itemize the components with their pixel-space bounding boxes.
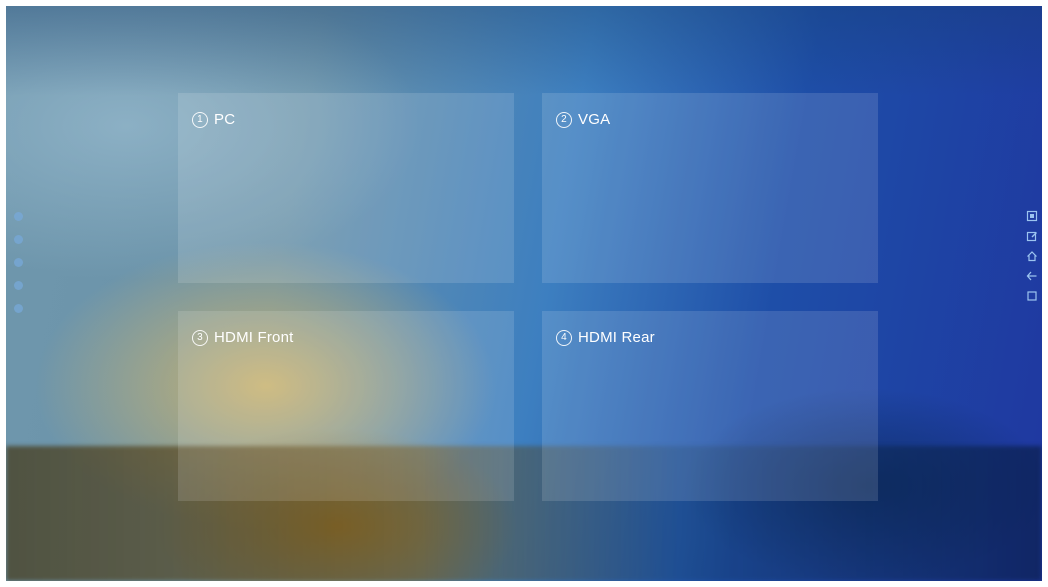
- source-name: VGA: [578, 111, 611, 128]
- indicator-dot[interactable]: [14, 235, 23, 244]
- indicator-dot[interactable]: [14, 258, 23, 267]
- source-tile-hdmi-rear[interactable]: 4 HDMI Rear: [542, 311, 878, 501]
- tile-label: 4 HDMI Rear: [556, 329, 655, 346]
- source-tile-vga[interactable]: 2 VGA: [542, 93, 878, 283]
- indicator-dot[interactable]: [14, 212, 23, 221]
- indicator-dot[interactable]: [14, 304, 23, 313]
- tile-label: 1 PC: [192, 111, 235, 128]
- tile-label: 2 VGA: [556, 111, 610, 128]
- source-name: HDMI Rear: [578, 329, 655, 346]
- home-icon[interactable]: [1026, 250, 1038, 262]
- source-number: 2: [556, 111, 572, 128]
- source-name: HDMI Front: [214, 329, 294, 346]
- indicator-dot[interactable]: [14, 281, 23, 290]
- source-number: 3: [192, 329, 208, 346]
- recent-apps-icon[interactable]: [1026, 290, 1038, 302]
- source-number: 4: [556, 329, 572, 346]
- page-indicator: [14, 212, 23, 313]
- back-icon[interactable]: [1026, 270, 1038, 282]
- right-toolbar: [1026, 210, 1038, 302]
- source-number: 1: [192, 111, 208, 128]
- tile-label: 3 HDMI Front: [192, 329, 294, 346]
- source-tile-pc[interactable]: 1 PC: [178, 93, 514, 283]
- edit-icon[interactable]: [1026, 230, 1038, 242]
- source-tile-hdmi-front[interactable]: 3 HDMI Front: [178, 311, 514, 501]
- source-selection-screen: 1 PC 2 VGA 3 HDMI Front 4 HDMI Rear: [6, 6, 1042, 581]
- source-name: PC: [214, 111, 236, 128]
- screenshot-icon[interactable]: [1026, 210, 1038, 222]
